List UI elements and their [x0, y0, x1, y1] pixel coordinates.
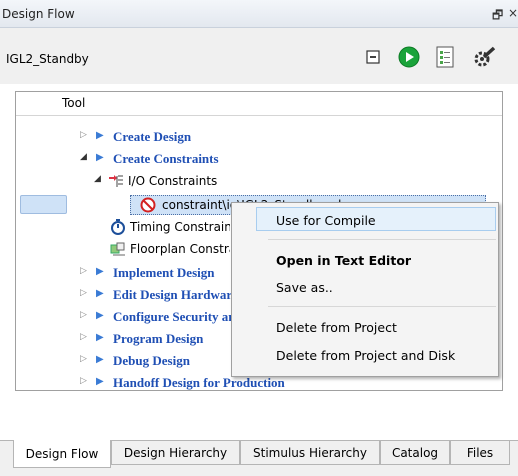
collapse-tree-icon[interactable]: ◢: [94, 174, 101, 184]
tree-item-timing-constraints[interactable]: Timing Constraints: [110, 217, 230, 237]
excluded-file-icon: [140, 197, 156, 213]
flow-step-icon: ▶: [96, 310, 104, 321]
tree-item-label: Edit Design Hardware Configuration: [113, 287, 231, 302]
tree-item-create-constraints[interactable]: ◢ ▶ Create Constraints: [80, 149, 380, 169]
tree-item-implement-design[interactable]: ▷ ▶ Implement Design: [80, 263, 231, 283]
tree-item-debug-design[interactable]: ▷ ▶ Debug Design: [80, 351, 231, 371]
menu-item-delete-from-project[interactable]: Delete from Project: [276, 320, 397, 335]
expand-icon[interactable]: ▷: [80, 266, 87, 276]
floorplan-icon: [110, 242, 125, 256]
flow-step-icon: ▶: [96, 288, 104, 299]
run-icon[interactable]: [396, 44, 422, 70]
expand-icon[interactable]: ▷: [80, 354, 87, 364]
flow-step-icon: ▶: [96, 354, 104, 365]
tree-item-label: Create Design: [113, 129, 192, 144]
tree-item-floorplan-constraints[interactable]: Floorplan Constraints: [110, 239, 230, 259]
design-toolbar: IGL2_Standby: [0, 28, 518, 84]
tree-item-label: Program Design: [113, 331, 204, 346]
stopwatch-icon: [111, 219, 125, 235]
collapse-tree-icon[interactable]: ◢: [80, 152, 87, 162]
menu-item-use-for-compile[interactable]: Use for Compile: [276, 213, 376, 228]
tab-design-hierarchy[interactable]: Design Hierarchy: [111, 441, 240, 465]
tab-stimulus-hierarchy[interactable]: Stimulus Hierarchy: [240, 441, 380, 465]
expand-icon[interactable]: ▷: [80, 310, 87, 320]
tree-item-io-constraints[interactable]: ◢ I/O Constraints: [94, 171, 394, 191]
tree-item-label: Implement Design: [113, 265, 215, 280]
settings-wrench-icon[interactable]: [472, 44, 498, 70]
flow-step-icon: ▶: [96, 130, 104, 141]
tree-item-edit-design-hardware[interactable]: ▷ ▶ Edit Design Hardware Configuration: [80, 285, 231, 305]
context-menu: Use for Compile Open in Text Editor Save…: [231, 202, 499, 377]
expand-icon[interactable]: ▷: [80, 332, 87, 342]
tree-item-label: Timing Constraints: [130, 220, 230, 234]
tree-header: Tool: [16, 92, 502, 116]
io-constraints-icon: [109, 175, 123, 187]
tree-item-label: Handoff Design for Production: [113, 375, 285, 390]
tab-design-flow[interactable]: Design Flow: [13, 440, 111, 468]
menu-item-delete-from-project-and-disk[interactable]: Delete from Project and Disk: [276, 348, 455, 363]
panel-titlebar: Design Flow 🗗 ×: [0, 0, 518, 28]
tab-files[interactable]: Files: [450, 441, 510, 465]
expand-icon[interactable]: ▷: [80, 288, 87, 298]
row-selection-gutter: [20, 195, 67, 214]
tree-item-configure-security[interactable]: ▷ ▶ Configure Security and Programming O…: [80, 307, 231, 327]
tree-item-label: I/O Constraints: [128, 174, 218, 188]
menu-item-save-as[interactable]: Save as..: [276, 280, 333, 295]
design-name: IGL2_Standby: [6, 52, 89, 66]
menu-item-open-in-text-editor[interactable]: Open in Text Editor: [276, 253, 411, 268]
tree-item-create-design[interactable]: ▷ ▶ Create Design: [80, 127, 380, 147]
menu-separator: [268, 239, 496, 240]
report-icon[interactable]: [432, 44, 458, 70]
tab-catalog[interactable]: Catalog: [380, 441, 450, 465]
tree-item-label: Create Constraints: [113, 151, 219, 166]
tree-item-label: Floorplan Constraints: [130, 242, 230, 256]
collapse-icon[interactable]: [360, 44, 386, 70]
tree-item-program-design[interactable]: ▷ ▶ Program Design: [80, 329, 231, 349]
tree-header-tool: Tool: [62, 96, 86, 110]
float-panel-icon[interactable]: 🗗: [492, 6, 503, 27]
flow-step-icon: ▶: [96, 332, 104, 343]
panel-title: Design Flow: [2, 7, 75, 21]
close-panel-icon[interactable]: ×: [508, 6, 518, 20]
flow-step-icon: ▶: [96, 266, 104, 277]
menu-separator: [268, 306, 496, 307]
flow-step-icon: ▶: [96, 376, 104, 387]
flow-step-icon: ▶: [96, 152, 104, 163]
tree-item-label: Configure Security and Programming Optio…: [113, 309, 231, 324]
expand-icon[interactable]: ▷: [80, 130, 87, 140]
expand-icon[interactable]: ▷: [80, 376, 87, 386]
bottom-tab-bar: Design Flow Design Hierarchy Stimulus Hi…: [0, 440, 518, 476]
tree-item-label: Debug Design: [113, 353, 190, 368]
